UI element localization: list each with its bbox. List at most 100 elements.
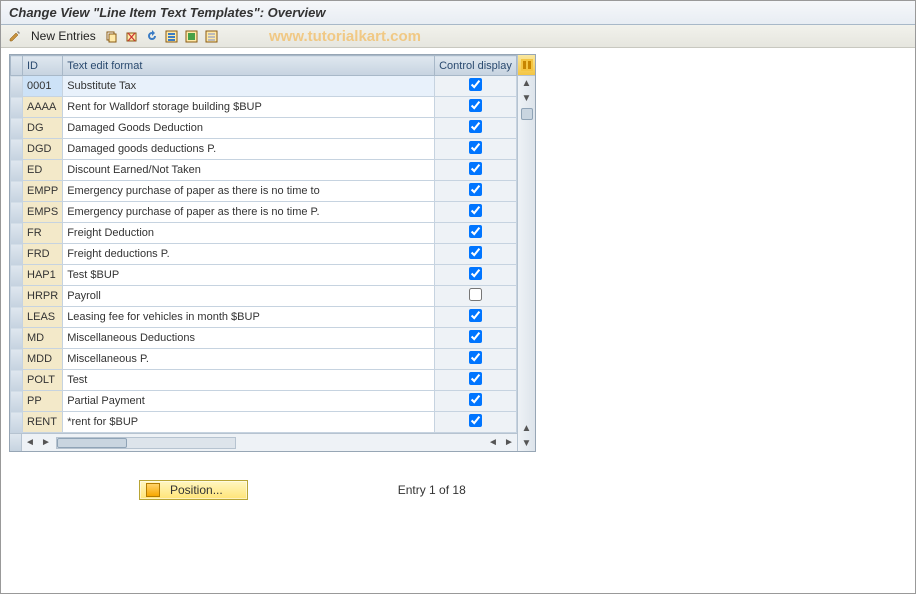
vscroll-up-icon[interactable]: ▲ xyxy=(519,76,534,91)
cell-text[interactable]: Payroll xyxy=(63,286,435,307)
cell-id[interactable]: DGD xyxy=(23,139,63,160)
table-row: LEASLeasing fee for vehicles in month $B… xyxy=(11,307,517,328)
hscroll-left-icon[interactable]: ◄ xyxy=(22,435,38,451)
row-selector[interactable] xyxy=(11,97,23,118)
control-display-checkbox[interactable] xyxy=(469,393,482,406)
cell-text[interactable]: *rent for $BUP xyxy=(63,412,435,433)
cell-control xyxy=(435,202,517,223)
entry-status-text: Entry 1 of 18 xyxy=(398,483,466,497)
cell-id[interactable]: DG xyxy=(23,118,63,139)
cell-id[interactable]: EMPP xyxy=(23,181,63,202)
cell-text[interactable]: Discount Earned/Not Taken xyxy=(63,160,435,181)
hscroll-thumb[interactable] xyxy=(57,438,127,448)
row-selector[interactable] xyxy=(11,265,23,286)
configure-columns-icon[interactable] xyxy=(518,55,535,76)
cell-control xyxy=(435,391,517,412)
cell-id[interactable]: HAP1 xyxy=(23,265,63,286)
control-display-checkbox[interactable] xyxy=(469,330,482,343)
row-selector[interactable] xyxy=(11,160,23,181)
row-selector[interactable] xyxy=(11,349,23,370)
hscroll-left2-icon[interactable]: ◄ xyxy=(485,435,501,451)
vscroll-thumb[interactable] xyxy=(521,108,533,120)
cell-id[interactable]: PP xyxy=(23,391,63,412)
cell-id[interactable]: LEAS xyxy=(23,307,63,328)
control-display-checkbox[interactable] xyxy=(469,351,482,364)
vscroll-down2-icon[interactable]: ▼ xyxy=(519,436,534,451)
cell-text[interactable]: Freight Deduction xyxy=(63,223,435,244)
row-selector-header[interactable] xyxy=(11,56,23,76)
cell-id[interactable]: FRD xyxy=(23,244,63,265)
row-selector[interactable] xyxy=(11,118,23,139)
delete-icon[interactable] xyxy=(124,28,140,44)
cell-text[interactable]: Rent for Walldorf storage building $BUP xyxy=(63,97,435,118)
cell-text[interactable]: Leasing fee for vehicles in month $BUP xyxy=(63,307,435,328)
control-display-checkbox[interactable] xyxy=(469,414,482,427)
cell-text[interactable]: Partial Payment xyxy=(63,391,435,412)
row-selector[interactable] xyxy=(11,307,23,328)
row-selector[interactable] xyxy=(11,370,23,391)
row-selector[interactable] xyxy=(11,181,23,202)
select-block-icon[interactable] xyxy=(184,28,200,44)
control-display-checkbox[interactable] xyxy=(469,99,482,112)
cell-control xyxy=(435,349,517,370)
change-icon[interactable] xyxy=(7,28,23,44)
cell-id[interactable]: MD xyxy=(23,328,63,349)
row-selector[interactable] xyxy=(11,244,23,265)
cell-id[interactable]: MDD xyxy=(23,349,63,370)
column-header-control[interactable]: Control display xyxy=(435,56,517,76)
cell-text[interactable]: Substitute Tax xyxy=(63,76,435,97)
vscroll-up2-icon[interactable]: ▲ xyxy=(519,421,534,436)
position-button[interactable]: Position... xyxy=(139,480,248,500)
row-selector[interactable] xyxy=(11,139,23,160)
row-selector[interactable] xyxy=(11,412,23,433)
cell-id[interactable]: EMPS xyxy=(23,202,63,223)
row-selector[interactable] xyxy=(11,223,23,244)
control-display-checkbox[interactable] xyxy=(469,267,482,280)
control-display-checkbox[interactable] xyxy=(469,78,482,91)
table-row: FRDFreight deductions P. xyxy=(11,244,517,265)
control-display-checkbox[interactable] xyxy=(469,225,482,238)
row-selector[interactable] xyxy=(11,202,23,223)
vscroll-down-icon[interactable]: ▼ xyxy=(519,91,534,106)
cell-text[interactable]: Damaged goods deductions P. xyxy=(63,139,435,160)
control-display-checkbox[interactable] xyxy=(469,246,482,259)
control-display-checkbox[interactable] xyxy=(469,309,482,322)
cell-text[interactable]: Emergency purchase of paper as there is … xyxy=(63,202,435,223)
cell-id[interactable]: 0001 xyxy=(23,76,63,97)
row-selector[interactable] xyxy=(11,391,23,412)
control-display-checkbox[interactable] xyxy=(469,162,482,175)
cell-id[interactable]: POLT xyxy=(23,370,63,391)
deselect-all-icon[interactable] xyxy=(204,28,220,44)
new-entries-button[interactable]: New Entries xyxy=(27,29,100,43)
select-all-icon[interactable] xyxy=(164,28,180,44)
control-display-checkbox[interactable] xyxy=(469,372,482,385)
cell-id[interactable]: HRPR xyxy=(23,286,63,307)
undo-icon[interactable] xyxy=(144,28,160,44)
cell-text[interactable]: Test xyxy=(63,370,435,391)
cell-text[interactable]: Miscellaneous P. xyxy=(63,349,435,370)
hscroll-right2-icon[interactable]: ► xyxy=(501,435,517,451)
table-row: 0001Substitute Tax xyxy=(11,76,517,97)
cell-id[interactable]: ED xyxy=(23,160,63,181)
cell-text[interactable]: Emergency purchase of paper as there is … xyxy=(63,181,435,202)
cell-text[interactable]: Damaged Goods Deduction xyxy=(63,118,435,139)
cell-id[interactable]: RENT xyxy=(23,412,63,433)
control-display-checkbox[interactable] xyxy=(469,183,482,196)
control-display-checkbox[interactable] xyxy=(469,288,482,301)
cell-text[interactable]: Freight deductions P. xyxy=(63,244,435,265)
cell-text[interactable]: Test $BUP xyxy=(63,265,435,286)
row-selector[interactable] xyxy=(11,328,23,349)
column-header-text[interactable]: Text edit format xyxy=(63,56,435,76)
hscroll-right-icon[interactable]: ► xyxy=(38,435,54,451)
cell-id[interactable]: FR xyxy=(23,223,63,244)
row-selector[interactable] xyxy=(11,286,23,307)
cell-text[interactable]: Miscellaneous Deductions xyxy=(63,328,435,349)
control-display-checkbox[interactable] xyxy=(469,120,482,133)
copy-icon[interactable] xyxy=(104,28,120,44)
cell-id[interactable]: AAAA xyxy=(23,97,63,118)
control-display-checkbox[interactable] xyxy=(469,204,482,217)
control-display-checkbox[interactable] xyxy=(469,141,482,154)
hscroll-track[interactable] xyxy=(56,437,236,449)
column-header-id[interactable]: ID xyxy=(23,56,63,76)
row-selector[interactable] xyxy=(11,76,23,97)
